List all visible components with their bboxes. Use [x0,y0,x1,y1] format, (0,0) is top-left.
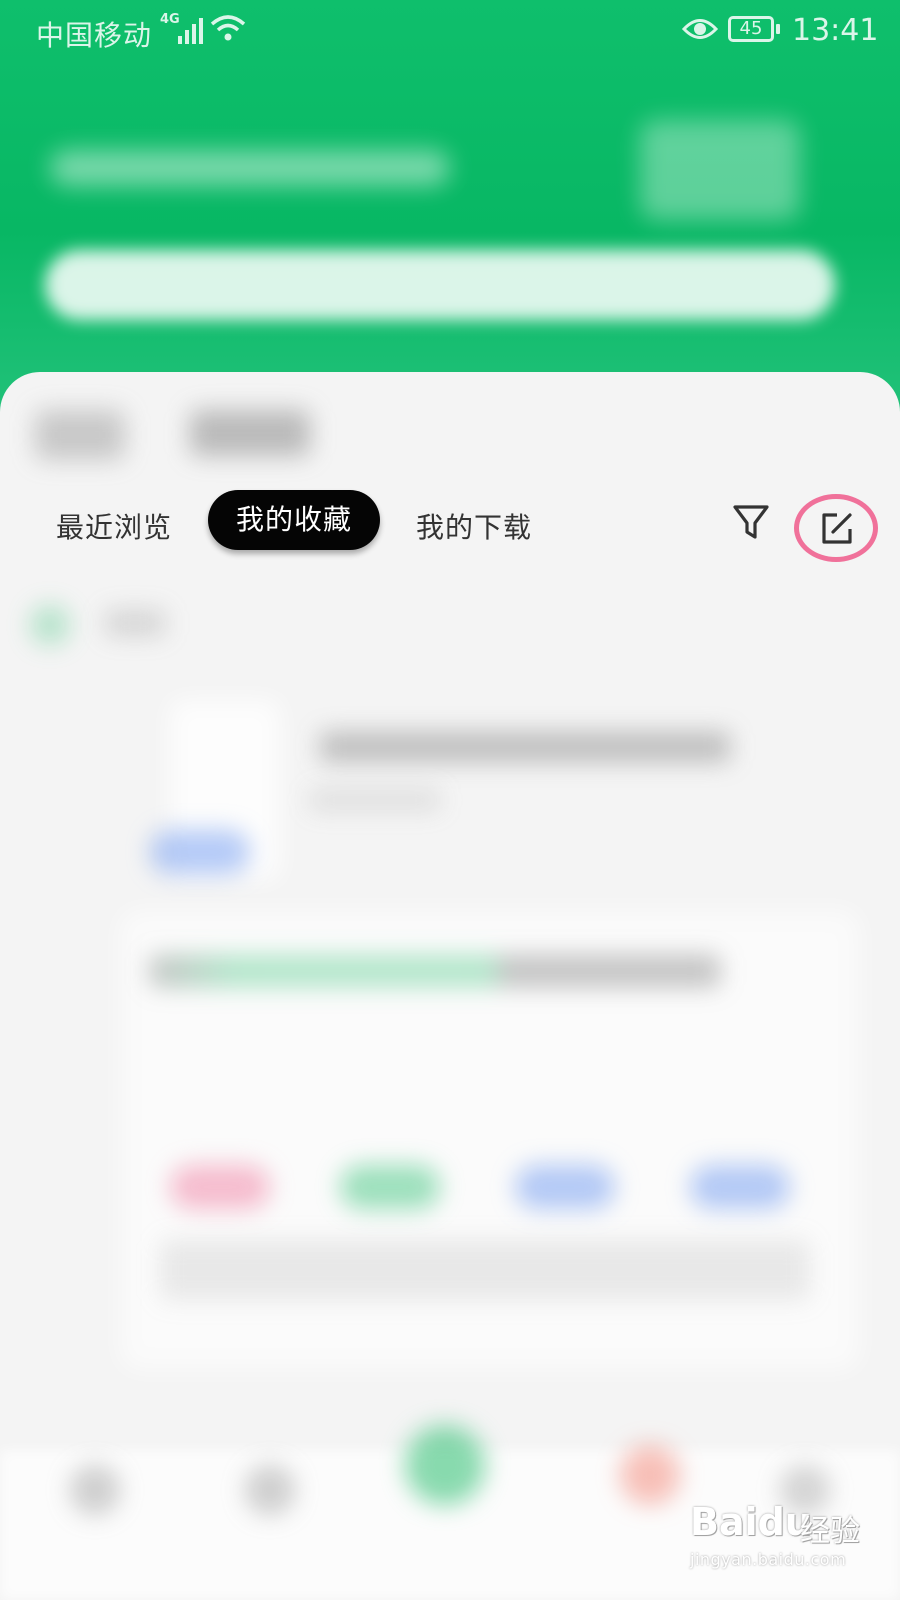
watermark: Baidu 经验 jingyan.baidu.com [690,1500,890,1590]
blurred-username [190,410,310,456]
tab-favorites[interactable]: 我的收藏 [208,490,380,550]
blurred-row-icon [30,605,70,645]
blurred-item-title [320,732,730,762]
blurred-nav-item-1[interactable] [70,1465,120,1515]
blurred-nav-item-2[interactable] [245,1465,295,1515]
watermark-url: jingyan.baidu.com [690,1550,847,1569]
blurred-nav-item-center[interactable] [405,1425,485,1505]
battery-level: 45 [739,18,763,39]
watermark-logo: Baidu [690,1500,812,1544]
blurred-section-title [150,955,720,987]
blurred-nav-item-4[interactable] [620,1445,680,1505]
blurred-header-title [50,150,450,186]
blurred-grid-badge-1 [170,1165,270,1209]
battery-cap [776,24,780,34]
blurred-grid-badge-3 [515,1165,615,1209]
tab-recent[interactable]: 最近浏览 [56,506,172,546]
watermark-text: 经验 [800,1514,860,1549]
edit-icon[interactable] [819,511,855,547]
battery-indicator: 45 [728,16,774,42]
collection-tabs: 最近浏览 我的收藏 我的下载 [0,490,900,580]
carrier-label: 中国移动 [36,19,153,52]
blurred-grid-badge-4 [690,1165,790,1209]
blurred-header-image [640,120,800,220]
wifi-icon [210,15,246,41]
blurred-search-box[interactable] [45,250,835,320]
blurred-grid-badge-2 [340,1165,440,1209]
blurred-row-label [105,610,165,636]
blurred-avatar [35,410,125,460]
signal-icon [178,18,203,44]
filter-icon[interactable] [732,502,770,542]
blurred-item-subtitle [310,790,440,810]
clock: 13:41 [792,13,879,48]
edit-button-highlight[interactable] [794,494,878,562]
eye-icon [682,19,718,39]
blurred-grid-text [160,1240,810,1300]
blurred-item-badge [150,830,250,874]
tab-downloads[interactable]: 我的下载 [416,506,532,546]
status-bar: 中国移动 4G 45 13:41 [0,0,900,62]
